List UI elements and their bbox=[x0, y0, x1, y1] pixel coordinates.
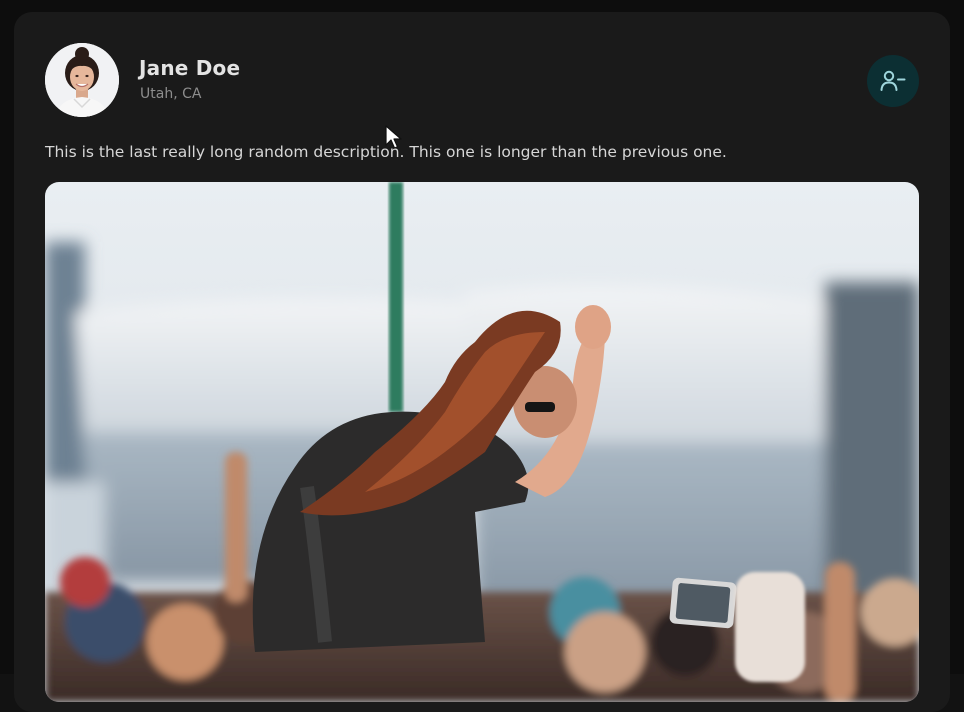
post-card: Jane Doe Utah, CA This is the last reall… bbox=[14, 12, 950, 712]
user-avatar-photo-icon bbox=[45, 43, 119, 117]
remove-friend-icon bbox=[880, 70, 906, 91]
post-image[interactable] bbox=[45, 182, 919, 702]
mouse-cursor-icon bbox=[385, 125, 402, 149]
author-location: Utah, CA bbox=[140, 86, 202, 102]
user-avatar[interactable] bbox=[45, 43, 119, 117]
author-name[interactable]: Jane Doe bbox=[139, 56, 240, 80]
remove-friend-button[interactable] bbox=[867, 55, 919, 107]
concert-crowd-photo-icon bbox=[45, 182, 919, 702]
